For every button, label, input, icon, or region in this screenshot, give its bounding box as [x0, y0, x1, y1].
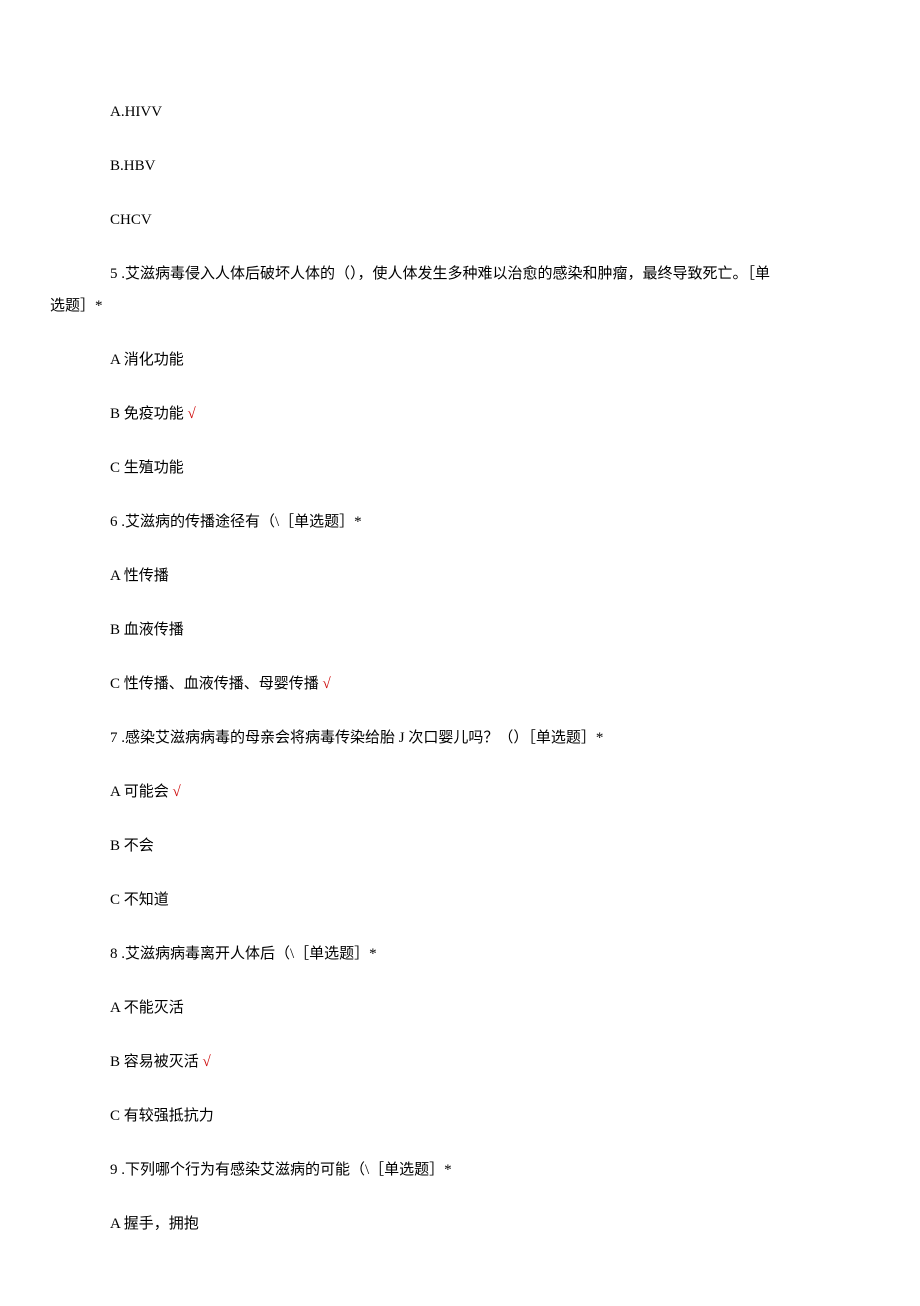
q6-stem: 6 .艾滋病的传播途径有（\［单选题］*	[50, 510, 870, 534]
q8-option-c: C 有较强抵抗力	[50, 1104, 870, 1128]
q6-option-b: B 血液传播	[50, 618, 870, 642]
q7-option-b: B 不会	[50, 834, 870, 858]
q5-option-c: C 生殖功能	[50, 456, 870, 480]
q6-option-a: A 性传播	[50, 564, 870, 588]
q6-option-c: C 性传播、血液传播、母婴传播 √	[50, 672, 870, 696]
q8-option-a: A 不能灭活	[50, 996, 870, 1020]
q9-stem: 9 .下列哪个行为有感染艾滋病的可能（\［单选题］*	[50, 1158, 870, 1182]
check-icon: √	[188, 406, 196, 422]
q8-stem: 8 .艾滋病病毒离开人体后（\［单选题］*	[50, 942, 870, 966]
check-icon: √	[323, 676, 331, 692]
q7-option-c: C 不知道	[50, 888, 870, 912]
q5-option-b: B 免疫功能 √	[50, 402, 870, 426]
q9-option-a: A 握手，拥抱	[50, 1212, 870, 1236]
q8-option-b-text: B 容易被灭活	[110, 1054, 203, 1070]
q4-option-b: B.HBV	[50, 154, 870, 178]
q7-option-a-text: A 可能会	[110, 784, 173, 800]
q4-option-c: CHCV	[50, 208, 870, 232]
q6-option-c-text: C 性传播、血液传播、母婴传播	[110, 676, 323, 692]
q5-option-a: A 消化功能	[50, 348, 870, 372]
q7-option-a: A 可能会 √	[50, 780, 870, 804]
q7-stem: 7 .感染艾滋病病毒的母亲会将病毒传染给胎 J 次口婴儿吗？（）［单选题］*	[50, 726, 870, 750]
q4-option-a: A.HIVV	[50, 100, 870, 124]
q5-option-b-text: B 免疫功能	[110, 406, 188, 422]
check-icon: √	[173, 784, 181, 800]
q5-stem-part2: 选题］*	[50, 294, 870, 318]
q8-option-b: B 容易被灭活 √	[50, 1050, 870, 1074]
check-icon: √	[203, 1054, 211, 1070]
q5-stem-part1: 5 .艾滋病毒侵入人体后破坏人体的（），使人体发生多种难以治愈的感染和肿瘤，最终…	[50, 262, 870, 286]
